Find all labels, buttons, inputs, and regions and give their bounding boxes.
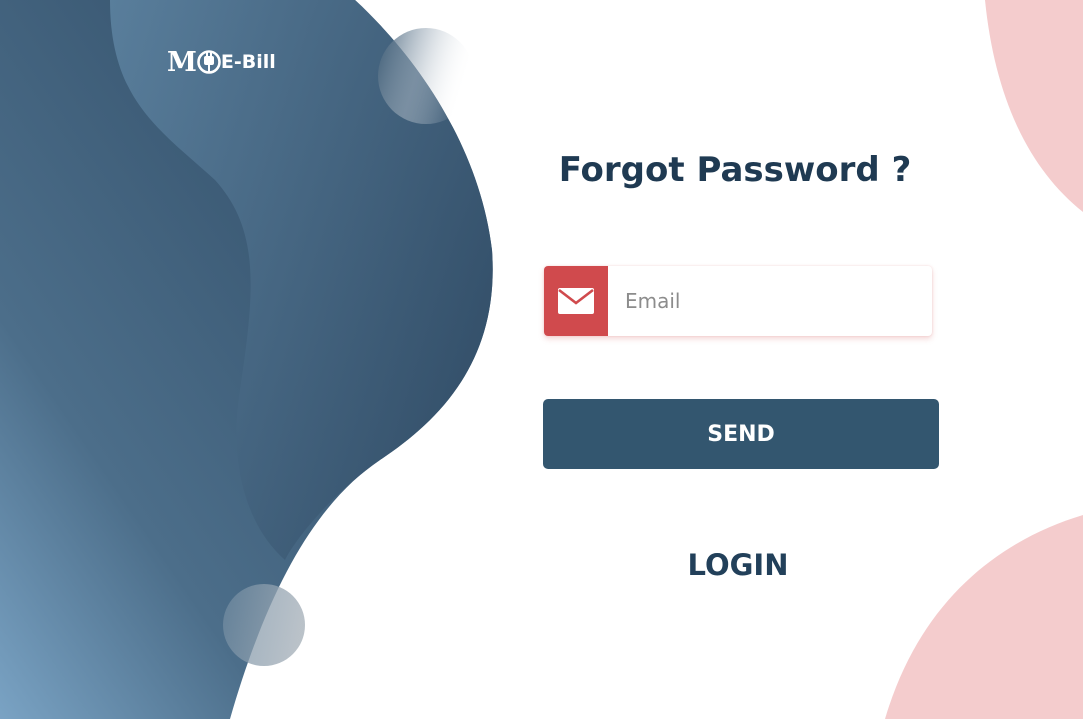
brand-logo: M E-Bill [167, 46, 276, 78]
page-title: Forgot Password ? [558, 150, 912, 190]
plug-icon [197, 50, 221, 74]
top-bubble [378, 28, 474, 124]
envelope-icon [558, 288, 594, 314]
login-link[interactable]: LOGIN [640, 548, 836, 582]
logo-text: E-Bill [220, 50, 276, 73]
send-button[interactable]: SEND [543, 399, 939, 469]
bottom-bubble [223, 584, 305, 666]
email-icon-box [544, 266, 608, 336]
email-input[interactable] [608, 266, 932, 336]
forgot-password-page: M E-Bill Forgot Password ? SEND LOGIN [0, 0, 1083, 719]
email-field-group [544, 266, 932, 336]
logo-mark: M [167, 46, 197, 78]
pink-blob-bottom [885, 515, 1083, 719]
background-shapes [0, 0, 1083, 719]
pink-blob-top [985, 0, 1083, 212]
